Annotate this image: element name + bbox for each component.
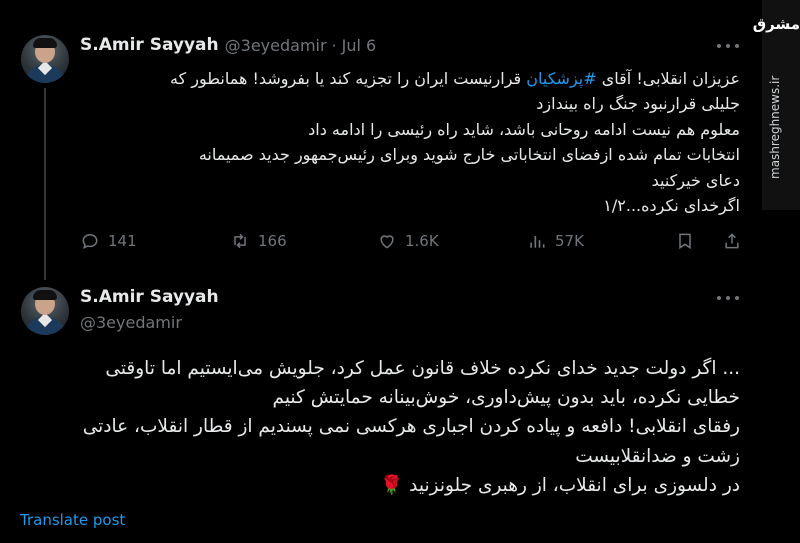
share-button[interactable] <box>722 231 750 251</box>
repost-icon <box>234 233 246 249</box>
watermark: مشرق mashreghnews.ir <box>752 0 800 210</box>
tweet-line: خطایی نکرده، باید بدون پیش‌داوری، خوش‌بی… <box>272 387 740 409</box>
bookmark-icon <box>679 233 691 250</box>
heart-icon <box>380 235 394 249</box>
tweet-line: زشت و ضدانقلابیست <box>575 445 740 467</box>
reply-count: 141 <box>108 232 137 250</box>
bookmark-button[interactable] <box>675 231 703 251</box>
repost-button[interactable]: 166 <box>230 231 287 251</box>
post-date[interactable]: Jul 6 <box>342 36 377 55</box>
like-button[interactable]: 1.6K <box>377 231 439 251</box>
separator-dot: · <box>331 35 337 55</box>
views-button[interactable]: 57K <box>527 231 584 251</box>
tweet-line: جلیلی قرارنبود جنگ راه بیندازد <box>536 94 740 114</box>
tweet-line: انتخابات تمام شده ازفضای انتخاباتی خارج … <box>198 145 740 165</box>
tweet-header: S.Amir Sayyah @3eyedamir · Jul 6 <box>80 35 376 55</box>
reply-button[interactable]: 141 <box>80 231 137 251</box>
tweet-handle-row: @3eyedamir <box>80 313 182 332</box>
more-options-icon[interactable] <box>717 290 739 306</box>
tweet-body: ... اگر دولت جدید خدای نکرده خلاف قانون … <box>20 354 740 500</box>
thread-connector-line <box>44 88 46 280</box>
watermark-url: mashreghnews.ir <box>768 75 782 179</box>
author-handle[interactable]: @3eyedamir <box>80 313 182 332</box>
repost-count: 166 <box>258 232 287 250</box>
hashtag-link[interactable]: #پزشکیان <box>526 69 596 88</box>
tweet-line: اگرخدای نکرده...۱/۲ <box>603 196 740 216</box>
tweet-actions: 141 166 1.6K 57K <box>80 231 745 255</box>
like-count: 1.6K <box>405 232 439 250</box>
tweet-line: عزیزان انقلابی! آقای #پزشکیان قرارنیست ا… <box>170 69 740 88</box>
analytics-icon <box>530 236 545 248</box>
more-options-icon[interactable] <box>717 38 739 54</box>
tweet-line: معلوم هم نیست ادامه روحانی باشد، شاید را… <box>308 119 740 139</box>
author-name[interactable]: S.Amir Sayyah <box>80 35 219 55</box>
tweet-line: رفقای انقلابی! دافعه و پیاده کردن اجباری… <box>82 416 740 438</box>
view-count: 57K <box>555 232 584 250</box>
tweet-line: در دلسوزی برای انقلاب، از رهبری جلونزنید… <box>380 474 740 496</box>
tweet-line: دعای خیرکنید <box>651 170 740 190</box>
avatar[interactable] <box>21 287 69 335</box>
tweet-body: عزیزان انقلابی! آقای #پزشکیان قرارنیست ا… <box>60 66 740 218</box>
share-icon <box>725 233 739 249</box>
author-handle[interactable]: @3eyedamir <box>225 36 327 55</box>
reply-icon <box>82 233 98 250</box>
author-name[interactable]: S.Amir Sayyah <box>80 287 219 307</box>
tweet-line: ... اگر دولت جدید خدای نکرده خلاف قانون … <box>105 358 740 379</box>
tweet-header: S.Amir Sayyah <box>80 287 219 307</box>
watermark-logo: مشرق <box>752 15 800 33</box>
translate-post-link[interactable]: Translate post <box>20 511 125 529</box>
